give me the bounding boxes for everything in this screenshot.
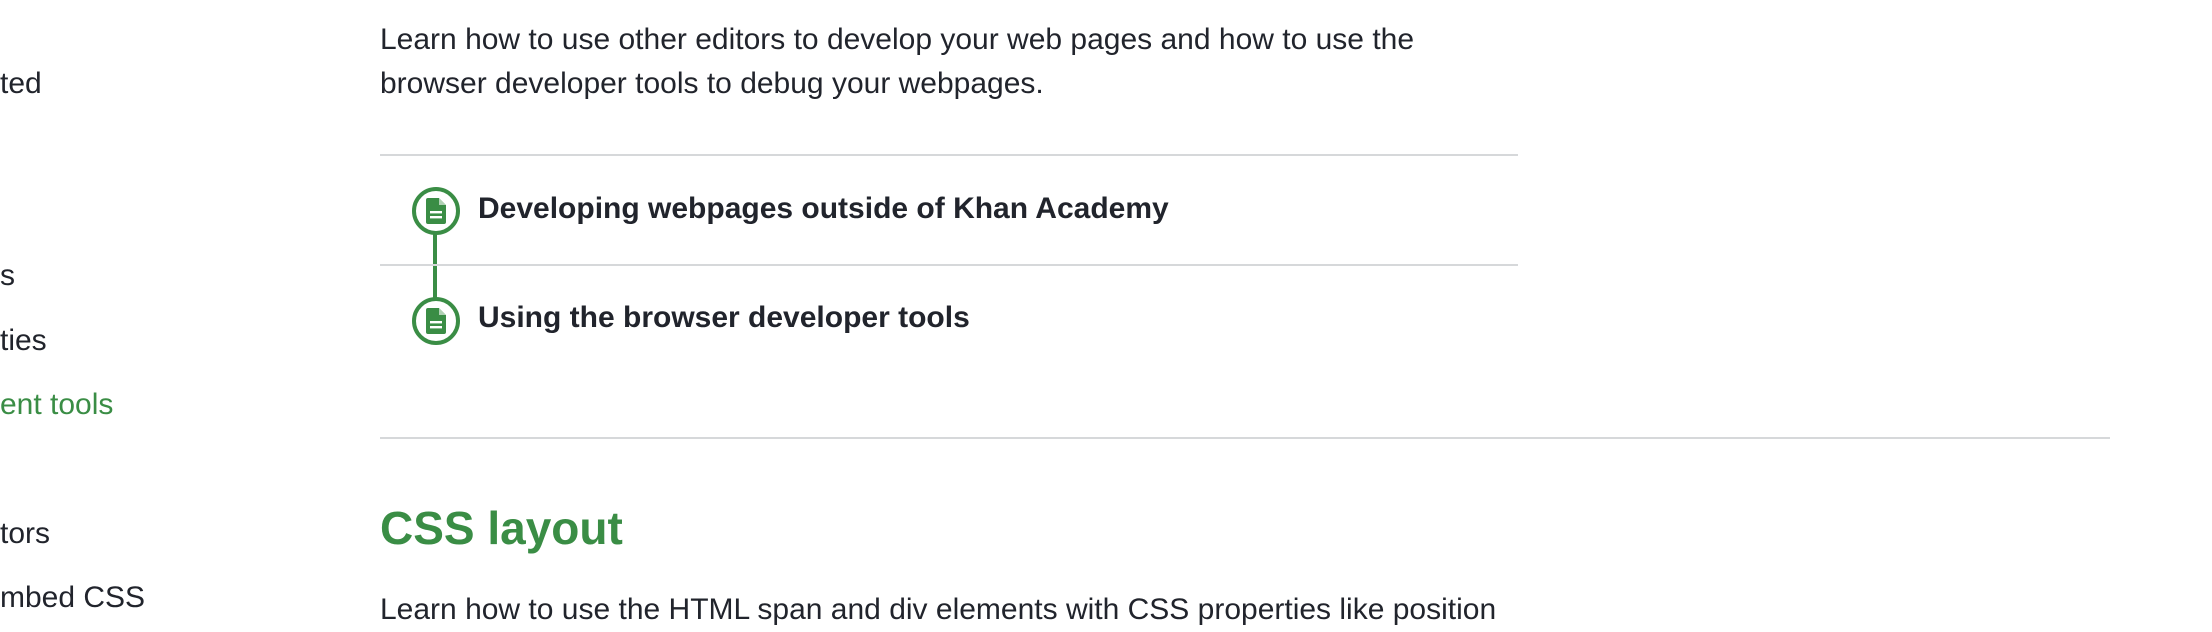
section-description: Learn how to use the HTML span and div e…: [380, 593, 1497, 626]
main-content: Learn how to use other editors to develo…: [380, 0, 2110, 628]
lesson-list: Developing webpages outside of Khan Acad…: [380, 154, 1518, 374]
section-divider: [380, 437, 2110, 439]
lesson-item[interactable]: Developing webpages outside of Khan Acad…: [380, 154, 1518, 264]
article-icon: [412, 297, 460, 345]
unit-description: Learn how to use other editors to develo…: [380, 23, 1415, 100]
sidebar-item-properties[interactable]: s: [0, 258, 15, 294]
sidebar-item-properties-2[interactable]: ties: [0, 323, 47, 359]
sidebar-item-development-tools[interactable]: ent tools: [0, 387, 113, 423]
lesson-title: Using the browser developer tools: [478, 301, 970, 334]
article-icon: [412, 187, 460, 235]
section-title[interactable]: CSS layout: [380, 500, 623, 556]
sidebar-item-embed-css[interactable]: mbed CSS: [0, 580, 145, 616]
sidebar-item-editors[interactable]: tors: [0, 516, 50, 552]
sidebar-item-getting-started[interactable]: ted: [0, 66, 42, 102]
lesson-item[interactable]: Using the browser developer tools: [380, 266, 1518, 376]
sidebar-nav: ted s ties ent tools tors mbed CSS: [0, 0, 300, 628]
lesson-title: Developing webpages outside of Khan Acad…: [478, 192, 1169, 225]
